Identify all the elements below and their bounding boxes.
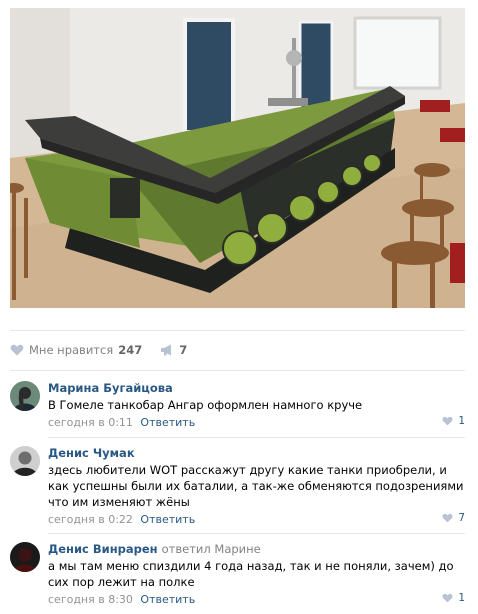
share-count: 7 [179,343,188,357]
avatar[interactable] [10,542,40,572]
comment-like-button[interactable]: 1 [442,592,465,604]
divider [10,330,465,331]
comment-author[interactable]: Марина Бугайцова [48,381,465,396]
comment-item: Денис Чумак здесь любители WOT расскажут… [10,446,465,528]
post-actions: Мне нравится 247 7 [10,336,465,364]
heart-icon [442,513,453,523]
reply-to-label[interactable]: ответил Марине [162,542,261,556]
like-count: 247 [118,343,143,357]
divider [10,370,465,371]
comment-like-button[interactable]: 1 [442,415,465,427]
like-label: Мне нравится [29,343,114,357]
share-button[interactable]: 7 [160,343,187,357]
avatar[interactable] [10,446,40,476]
comment-text: а мы там меню спиздили 4 года назад, так… [48,559,454,589]
reply-button[interactable]: Ответить [140,416,195,429]
author-name[interactable]: Марина Бугайцова [48,381,173,395]
reply-button[interactable]: Ответить [140,593,195,606]
post-photo[interactable] [10,8,465,308]
comment-time[interactable]: сегодня в 0:22 [48,513,133,526]
comment-meta: сегодня в 0:22 Ответить [48,513,465,527]
comment-like-count: 7 [458,512,465,524]
comment-meta: сегодня в 8:30 Ответить [48,593,465,607]
comment-text: В Гомеле танкобар Ангар оформлен намного… [48,398,363,412]
avatar[interactable] [10,381,40,411]
comment-time[interactable]: сегодня в 8:30 [48,593,133,606]
divider [48,533,465,534]
author-name[interactable]: Денис Чумак [48,446,135,460]
comment-time[interactable]: сегодня в 0:11 [48,416,133,429]
comment-like-count: 1 [458,592,465,604]
comment-meta: сегодня в 0:11 Ответить [48,416,465,430]
author-name[interactable]: Денис Винрарен [48,542,158,556]
divider [48,437,465,438]
comment-item: Денис Винрарен ответил Марине а мы там м… [10,542,465,608]
heart-icon [10,344,24,356]
comment-text: здесь любители WOT расскажут другу какие… [48,463,464,509]
like-button[interactable]: Мне нравится 247 [10,343,142,357]
comment-like-count: 1 [458,415,465,427]
megaphone-icon [161,344,172,356]
reply-button[interactable]: Ответить [140,513,195,526]
heart-icon [442,416,453,426]
comment-like-button[interactable]: 7 [442,512,465,524]
comment-author[interactable]: Денис Чумак [48,446,465,461]
heart-icon [442,593,453,603]
comment-item: Марина Бугайцова В Гомеле танкобар Ангар… [10,381,465,433]
comment-author[interactable]: Денис Винрарен ответил Марине [48,542,465,557]
